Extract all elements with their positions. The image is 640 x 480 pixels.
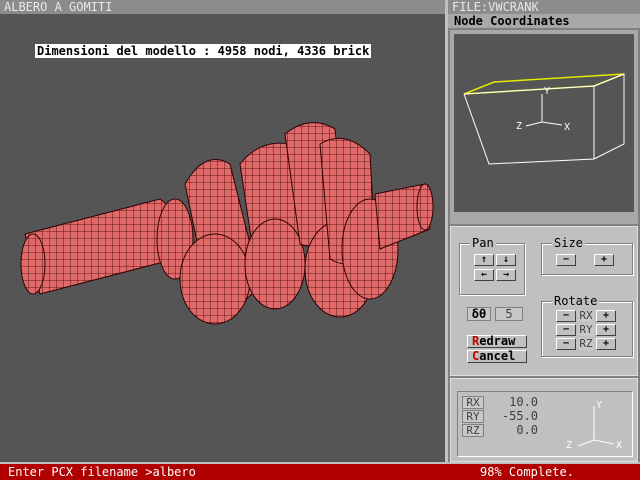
pan-down-button[interactable]: ↓ bbox=[496, 254, 516, 266]
size-label: Size bbox=[552, 236, 585, 250]
rotate-rx-minus-button[interactable]: − bbox=[556, 310, 576, 322]
readout-rz-label: RZ bbox=[462, 424, 484, 437]
pan-left-button[interactable]: ← bbox=[474, 269, 494, 281]
shaft-end-left bbox=[20, 233, 46, 295]
progress-text: 98% Complete. bbox=[480, 465, 574, 479]
rotate-rx-plus-button[interactable]: + bbox=[596, 310, 616, 322]
pan-label: Pan bbox=[470, 236, 496, 250]
triad-x-label: X bbox=[616, 440, 622, 451]
mini-axis-z-label: Z bbox=[516, 121, 522, 132]
shaft-left bbox=[24, 198, 181, 295]
pan-right-button[interactable]: → bbox=[496, 269, 516, 281]
bbox-side bbox=[593, 73, 625, 160]
rotate-rz-minus-button[interactable]: − bbox=[556, 338, 576, 350]
rotate-ry-plus-button[interactable]: + bbox=[596, 324, 616, 336]
view-controls: Pan ↑ ↓ ← → Size − + δθ 5 Rotate − RX + … bbox=[450, 226, 638, 376]
file-label: FILE:VWCRANK bbox=[448, 0, 640, 14]
shaft-end-right bbox=[416, 183, 434, 231]
node-coordinates-header: Node Coordinates bbox=[448, 14, 640, 28]
readout-rx-value: 10.0 bbox=[509, 395, 538, 409]
size-plus-button[interactable]: + bbox=[594, 254, 614, 266]
rotate-ry-minus-button[interactable]: − bbox=[556, 324, 576, 336]
rotation-readout: RX 10.0 RY -55.0 RZ 0.0 Y X Z bbox=[450, 378, 638, 462]
window-title: ALBERO A GOMITI bbox=[0, 0, 445, 14]
rotate-rz-plus-button[interactable]: + bbox=[596, 338, 616, 350]
readout-rz-value: 0.0 bbox=[516, 423, 538, 437]
readout-panel: RX 10.0 RY -55.0 RZ 0.0 Y X Z bbox=[457, 391, 633, 457]
mini-axis-y-label: Y bbox=[544, 86, 550, 97]
command-prompt[interactable]: Enter PCX filename >albero bbox=[8, 464, 196, 480]
step-value-field[interactable]: 5 bbox=[495, 307, 523, 321]
readout-rx-label: RX bbox=[462, 396, 484, 409]
model-viewport[interactable]: Dimensioni del modello : 4958 nodi, 4336… bbox=[0, 14, 445, 462]
pan-group: Pan ↑ ↓ ← → bbox=[459, 236, 525, 295]
pan-up-button[interactable]: ↑ bbox=[474, 254, 494, 266]
rotate-ry-label: RY bbox=[578, 323, 594, 336]
control-panel: Node Coordinates Y X Z Pan ↑ ↓ ← → Size … bbox=[448, 14, 640, 462]
model-dimensions-text: Dimensioni del modello : 4958 nodi, 4336… bbox=[35, 44, 372, 58]
size-minus-button[interactable]: − bbox=[556, 254, 576, 266]
bounding-box-preview: Y X Z bbox=[463, 73, 625, 165]
size-group: Size − + bbox=[541, 236, 633, 275]
rotate-group: Rotate − RX + − RY + − RZ + bbox=[541, 294, 633, 357]
cancel-label: ancel bbox=[479, 349, 516, 363]
redraw-label: edraw bbox=[479, 334, 516, 348]
axis-z-line bbox=[525, 121, 543, 127]
web-4 bbox=[244, 218, 306, 310]
web-2 bbox=[179, 233, 251, 325]
orientation-preview: Y X Z bbox=[454, 34, 634, 212]
crankshaft-mesh bbox=[20, 122, 434, 325]
rotate-rz-label: RZ bbox=[578, 337, 594, 350]
rotate-rx-label: RX bbox=[578, 309, 594, 322]
cancel-button[interactable]: Cancel bbox=[467, 350, 527, 363]
triad-z-label: Z bbox=[566, 440, 572, 451]
axis-x-line bbox=[541, 121, 563, 126]
step-label: δθ bbox=[467, 307, 491, 321]
redraw-button[interactable]: Redraw bbox=[467, 335, 527, 348]
rotate-label: Rotate bbox=[552, 294, 600, 308]
axis-triad-icon: Y X Z bbox=[566, 400, 622, 451]
status-bar: Enter PCX filename >albero 98% Complete. bbox=[0, 462, 640, 480]
readout-ry-value: -55.0 bbox=[501, 409, 538, 423]
mini-axis-x-label: X bbox=[564, 122, 570, 133]
readout-ry-label: RY bbox=[462, 410, 484, 423]
triad-y-label: Y bbox=[596, 400, 602, 411]
